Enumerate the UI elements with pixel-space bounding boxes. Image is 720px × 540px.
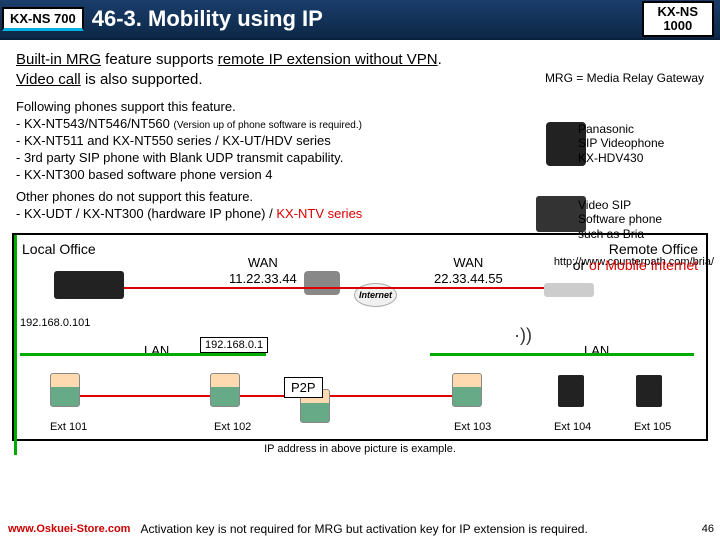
user-icon bbox=[50, 373, 80, 407]
phones-lead: Following phones support this feature. bbox=[16, 99, 704, 116]
footer-text: Activation key is not required for MRG b… bbox=[140, 522, 701, 536]
slide-header: KX-NS 700 46-3. Mobility using IP KX-NS … bbox=[0, 0, 720, 40]
slide-footer: www.Oskuei-Store.com Activation key is n… bbox=[0, 522, 720, 536]
p2p-label: P2P bbox=[284, 377, 323, 398]
model-badge-right: KX-NS 1000 bbox=[642, 1, 714, 38]
slide-title: 46-3. Mobility using IP bbox=[92, 6, 642, 32]
phone-icon bbox=[636, 375, 662, 407]
store-url: www.Oskuei-Store.com bbox=[8, 523, 130, 535]
user-icon bbox=[210, 373, 240, 407]
ext-102: Ext 102 bbox=[214, 421, 251, 433]
badge-right-line2: 1000 bbox=[658, 19, 698, 33]
page-number: 46 bbox=[702, 523, 714, 535]
lan-drop bbox=[14, 357, 17, 411]
wan-line bbox=[124, 287, 544, 289]
p2p-line bbox=[80, 395, 304, 397]
lan-drop bbox=[14, 313, 17, 335]
ext-103: Ext 103 bbox=[454, 421, 491, 433]
lan-drop bbox=[14, 335, 17, 357]
pbx-icon bbox=[54, 271, 124, 299]
phones-line4: - KX-NT300 based software phone version … bbox=[16, 167, 704, 184]
mrg-abbrev: MRG = Media Relay Gateway bbox=[545, 71, 704, 85]
wan-left: WAN 11.22.33.44 bbox=[229, 255, 297, 286]
remote-office-label: Remote Office or or Mobile Internet bbox=[573, 241, 698, 273]
videophone-label: Panasonic SIP Videophone KX-HDV430 bbox=[578, 122, 708, 165]
network-diagram: Local Office Remote Office or or Mobile … bbox=[12, 233, 708, 441]
lan-drop bbox=[14, 433, 17, 455]
router-icon bbox=[304, 271, 340, 295]
lan-drop bbox=[14, 235, 17, 291]
ext-101: Ext 101 bbox=[50, 421, 87, 433]
wireless-icon: ·)) bbox=[514, 325, 532, 346]
user-icon bbox=[452, 373, 482, 407]
phone-icon bbox=[558, 375, 584, 407]
wan-right: WAN 22.33.44.55 bbox=[434, 255, 503, 286]
model-badge-left: KX-NS 700 bbox=[2, 7, 84, 31]
lan-drop bbox=[14, 411, 17, 433]
ip-router: 192.168.0.1 bbox=[200, 337, 268, 353]
intro-mrg: Built-in MRG bbox=[16, 51, 101, 68]
lan-drop bbox=[14, 291, 17, 313]
access-point-icon bbox=[544, 283, 594, 297]
lan-line-left bbox=[20, 353, 266, 356]
ip-pbx: 192.168.0.101 bbox=[20, 317, 90, 329]
lan-line-right bbox=[430, 353, 694, 356]
badge-right-line1: KX-NS bbox=[658, 5, 698, 19]
intro-remote: remote IP extension without VPN bbox=[218, 51, 438, 68]
local-office-label: Local Office bbox=[22, 241, 96, 257]
ext-104: Ext 104 bbox=[554, 421, 591, 433]
intro-video: Video call bbox=[16, 71, 81, 88]
p2p-line bbox=[330, 395, 454, 397]
ext-105: Ext 105 bbox=[634, 421, 671, 433]
diagram-footnote: IP address in above picture is example. bbox=[0, 443, 720, 455]
